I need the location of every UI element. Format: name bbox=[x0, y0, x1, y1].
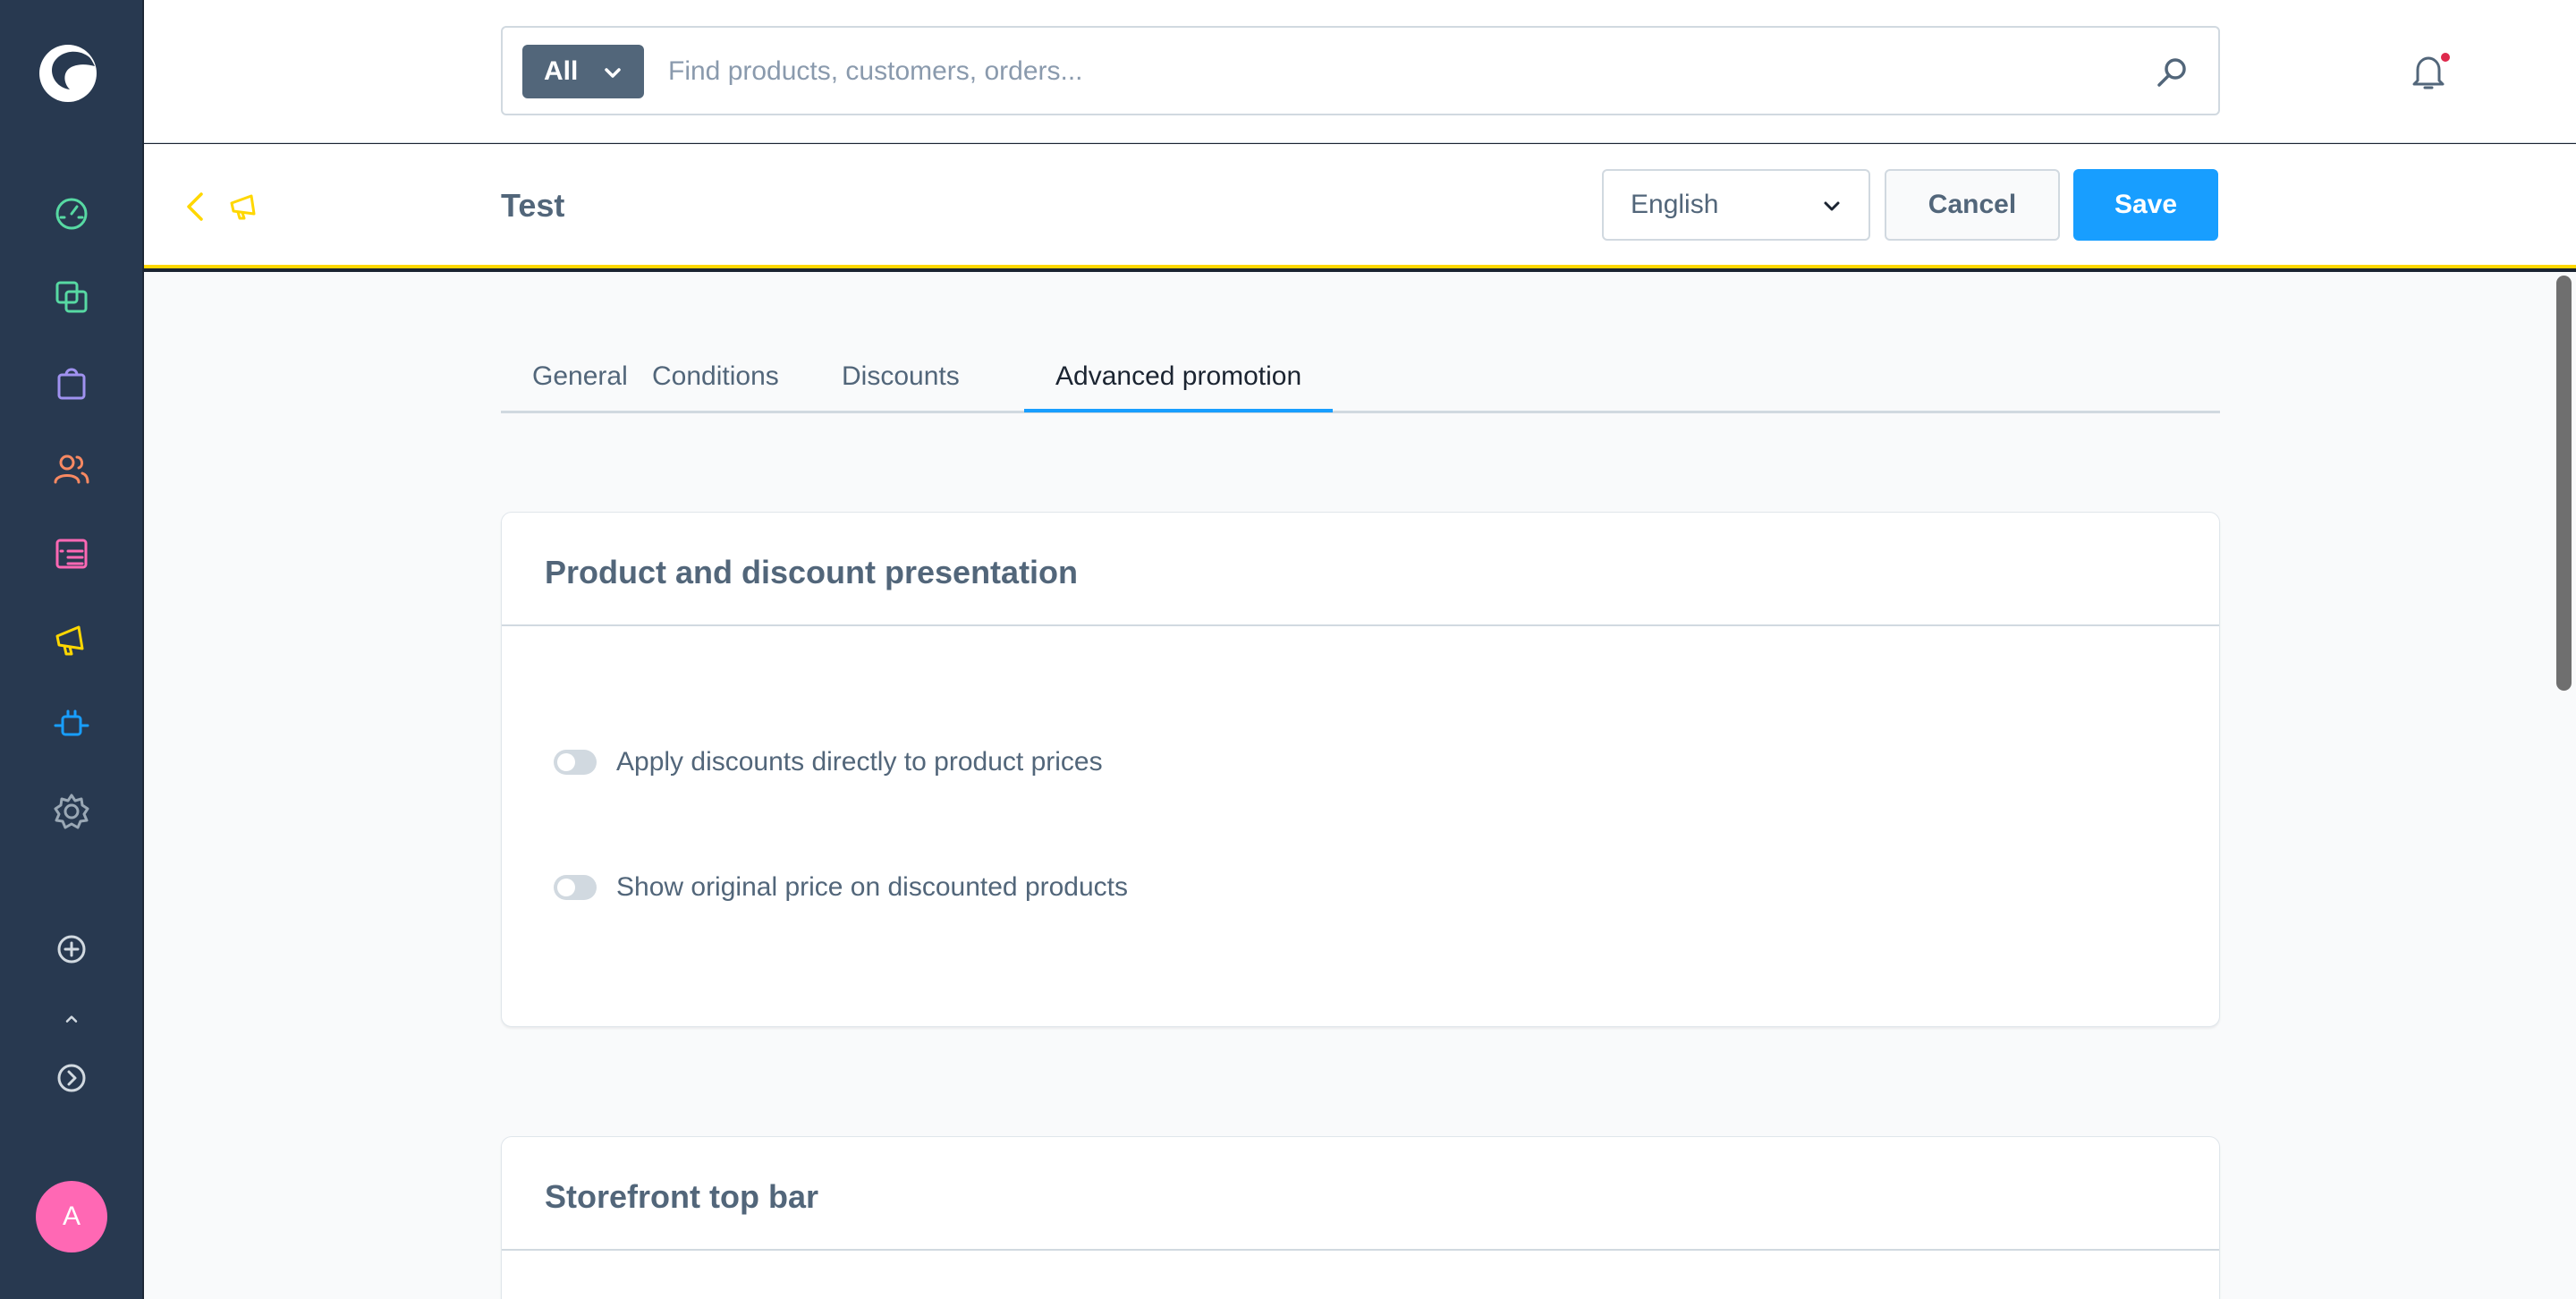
chevron-down-icon bbox=[605, 68, 621, 78]
search-box: All bbox=[501, 26, 2220, 115]
show-original-price-switch-row: Show original price on discounted produc… bbox=[554, 872, 1128, 903]
expand-sidebar-icon[interactable] bbox=[49, 1056, 94, 1100]
show-original-price-toggle[interactable] bbox=[554, 875, 597, 900]
language-switch[interactable]: English bbox=[1602, 169, 1870, 241]
storefront-topbar-card: Storefront top bar bbox=[501, 1136, 2220, 1299]
main-content: General Conditions Discounts Advanced pr… bbox=[144, 272, 2552, 1299]
scrollbar-thumb[interactable] bbox=[2556, 276, 2572, 691]
apply-discounts-switch-row: Apply discounts directly to product pric… bbox=[554, 747, 1103, 777]
notification-badge bbox=[2439, 51, 2452, 64]
search-type-label: All bbox=[544, 56, 579, 86]
orders-icon[interactable] bbox=[49, 361, 94, 406]
switch-label: Apply discounts directly to product pric… bbox=[616, 747, 1103, 777]
marketing-icon[interactable] bbox=[49, 617, 94, 662]
tab-advanced-promotion[interactable]: Advanced promotion bbox=[1055, 358, 1301, 413]
save-button[interactable]: Save bbox=[2073, 169, 2218, 241]
extensions-icon[interactable] bbox=[49, 703, 94, 748]
card-title: Storefront top bar bbox=[545, 1178, 818, 1215]
add-plus-icon[interactable] bbox=[49, 927, 94, 972]
smart-bar: Test English Cancel Save bbox=[144, 144, 2576, 268]
search-type-dropdown[interactable]: All bbox=[522, 45, 644, 98]
tab-general[interactable]: General bbox=[532, 358, 628, 413]
tab-conditions[interactable]: Conditions bbox=[652, 358, 779, 413]
presentation-card: Product and discount presentation Apply … bbox=[501, 512, 2220, 1027]
marketing-module-icon bbox=[230, 194, 256, 220]
back-arrow-icon[interactable] bbox=[180, 189, 212, 225]
collapse-chevron-icon[interactable] bbox=[49, 1009, 94, 1031]
catalogues-icon[interactable] bbox=[49, 275, 94, 319]
card-title: Product and discount presentation bbox=[545, 554, 1079, 590]
active-tab-indicator bbox=[1024, 409, 1333, 412]
card-divider bbox=[502, 1249, 2219, 1251]
promotion-tabs: General Conditions Discounts Advanced pr… bbox=[501, 358, 2220, 413]
cancel-button[interactable]: Cancel bbox=[1885, 169, 2060, 241]
language-label: English bbox=[1631, 190, 1719, 219]
card-divider bbox=[502, 624, 2219, 626]
search-input[interactable] bbox=[668, 46, 2099, 98]
global-search-bar: All bbox=[144, 0, 2576, 143]
page-scrollbar[interactable] bbox=[2552, 272, 2576, 1299]
apply-discounts-toggle[interactable] bbox=[554, 750, 597, 775]
content-icon[interactable] bbox=[49, 532, 94, 577]
user-avatar[interactable]: A bbox=[36, 1181, 107, 1252]
tab-discounts[interactable]: Discounts bbox=[842, 358, 960, 413]
chevron-down-icon bbox=[1824, 201, 1840, 211]
customers-icon[interactable] bbox=[49, 447, 94, 492]
settings-icon[interactable] bbox=[49, 789, 94, 834]
dashboard-icon[interactable] bbox=[49, 190, 94, 234]
page-title: Test bbox=[501, 187, 565, 224]
search-icon[interactable] bbox=[2154, 55, 2190, 90]
admin-sidebar: A bbox=[0, 0, 143, 1299]
switch-label: Show original price on discounted produc… bbox=[616, 872, 1129, 902]
shopware-logo[interactable] bbox=[36, 41, 107, 104]
